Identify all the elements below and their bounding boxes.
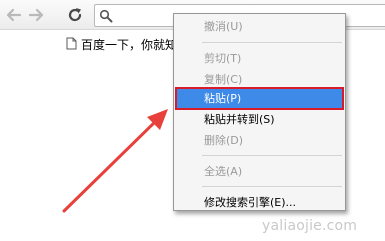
menu-separator (202, 42, 342, 43)
page-icon (66, 35, 77, 54)
menu-item-edit-search-engines[interactable]: 修改搜索引擎(E)... (176, 192, 343, 210)
context-menu: 撤消(U) 剪切(T) 复制(C) 粘贴(P) 粘贴并转到(S) 删除(D) 全… (173, 13, 346, 211)
menu-item-cut[interactable]: 剪切(T) (176, 48, 343, 69)
forward-arrow-icon[interactable] (27, 6, 45, 24)
bookmark-baidu[interactable]: 百度一下，你就知 (66, 35, 177, 53)
menu-separator (202, 155, 342, 156)
back-arrow-icon[interactable] (5, 6, 23, 24)
menu-item-delete[interactable]: 删除(D) (176, 130, 343, 151)
bookmark-label: 百度一下，你就知 (81, 37, 178, 52)
menu-separator (202, 186, 342, 187)
reload-icon[interactable] (66, 6, 84, 24)
menu-item-copy[interactable]: 复制(C) (176, 69, 343, 90)
search-icon (99, 8, 113, 27)
watermark: yaliaojie.com (262, 218, 358, 234)
menu-item-paste-and-go[interactable]: 粘贴并转到(S) (176, 109, 343, 130)
menu-item-select-all[interactable]: 全选(A) (176, 161, 343, 182)
menu-item-undo[interactable]: 撤消(U) (176, 16, 343, 37)
menu-item-paste[interactable]: 粘贴(P) (175, 87, 344, 110)
